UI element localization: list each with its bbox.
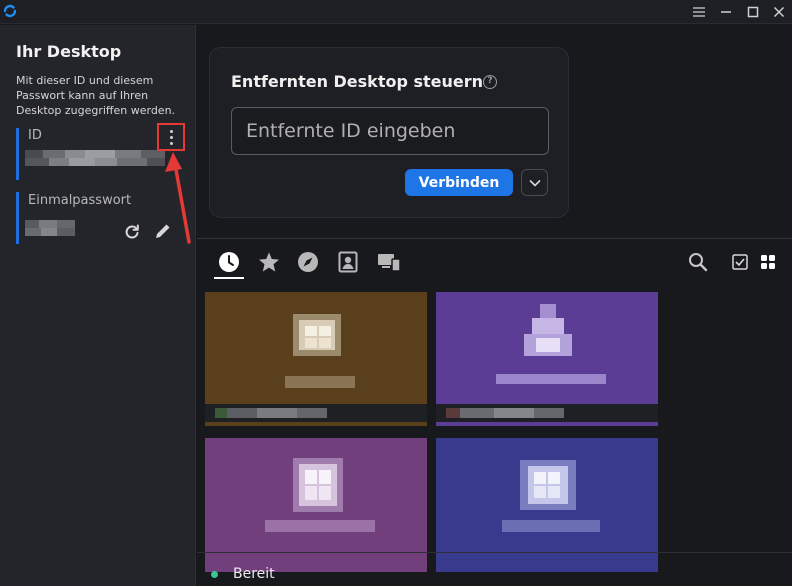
id-options-menu-button[interactable] <box>157 123 185 151</box>
tab-devices[interactable] <box>376 249 402 275</box>
peer-card-footer <box>205 404 427 422</box>
grid-view-button[interactable] <box>755 249 781 275</box>
id-label: ID <box>28 128 42 143</box>
connect-button[interactable]: Verbinden <box>405 169 513 196</box>
search-icon <box>689 253 708 272</box>
remote-id-input[interactable] <box>231 107 549 155</box>
tab-discovered[interactable] <box>295 249 321 275</box>
password-field: Einmalpasswort <box>16 192 182 244</box>
password-value-blurred <box>25 220 75 236</box>
connect-options-button[interactable] <box>521 169 548 196</box>
active-tab-indicator <box>214 277 244 279</box>
minimize-button[interactable] <box>717 3 735 21</box>
maximize-button[interactable] <box>744 3 762 21</box>
select-mode-button[interactable] <box>727 249 753 275</box>
recent-clock-icon <box>219 252 239 272</box>
dot-icon <box>169 129 173 133</box>
peer-card-footer <box>436 404 658 422</box>
tab-recent[interactable] <box>216 249 242 275</box>
devices-icon <box>378 254 401 272</box>
status-bar: Bereit <box>197 552 792 586</box>
refresh-password-icon[interactable] <box>123 222 141 240</box>
address-book-icon <box>338 251 358 273</box>
chevron-down-icon <box>528 179 541 187</box>
title-bar <box>0 0 792 24</box>
checkbox-icon <box>732 254 748 270</box>
peer-tabs <box>197 243 792 283</box>
remote-control-card: Entfernten Desktop steuern ? Verbinden <box>209 47 569 218</box>
rustdesk-logo-icon <box>3 4 17 18</box>
card-title: Entfernten Desktop steuern <box>231 72 484 91</box>
help-icon[interactable]: ? <box>483 75 497 89</box>
sidebar-title: Ihr Desktop <box>16 42 122 61</box>
tab-address-book[interactable] <box>335 249 361 275</box>
dot-icon <box>169 141 173 145</box>
status-indicator-icon <box>211 571 218 578</box>
grid-view-icon <box>761 255 775 269</box>
sidebar-description: Mit dieser ID und diesem Passwort kann a… <box>16 74 176 117</box>
password-label: Einmalpasswort <box>28 193 132 208</box>
close-button[interactable] <box>770 3 788 21</box>
hamburger-menu-icon[interactable] <box>690 3 708 21</box>
annotation-arrow <box>165 152 191 244</box>
status-text: Bereit <box>233 566 275 582</box>
search-peers-button[interactable] <box>685 249 711 275</box>
tab-favorites[interactable] <box>256 249 282 275</box>
section-divider <box>197 238 792 239</box>
dot-icon <box>169 135 173 139</box>
sidebar: Ihr Desktop Mit dieser ID und diesem Pas… <box>0 25 196 586</box>
id-value-blurred <box>25 150 165 166</box>
discovered-compass-icon <box>298 252 318 272</box>
favorites-star-icon <box>259 252 279 272</box>
